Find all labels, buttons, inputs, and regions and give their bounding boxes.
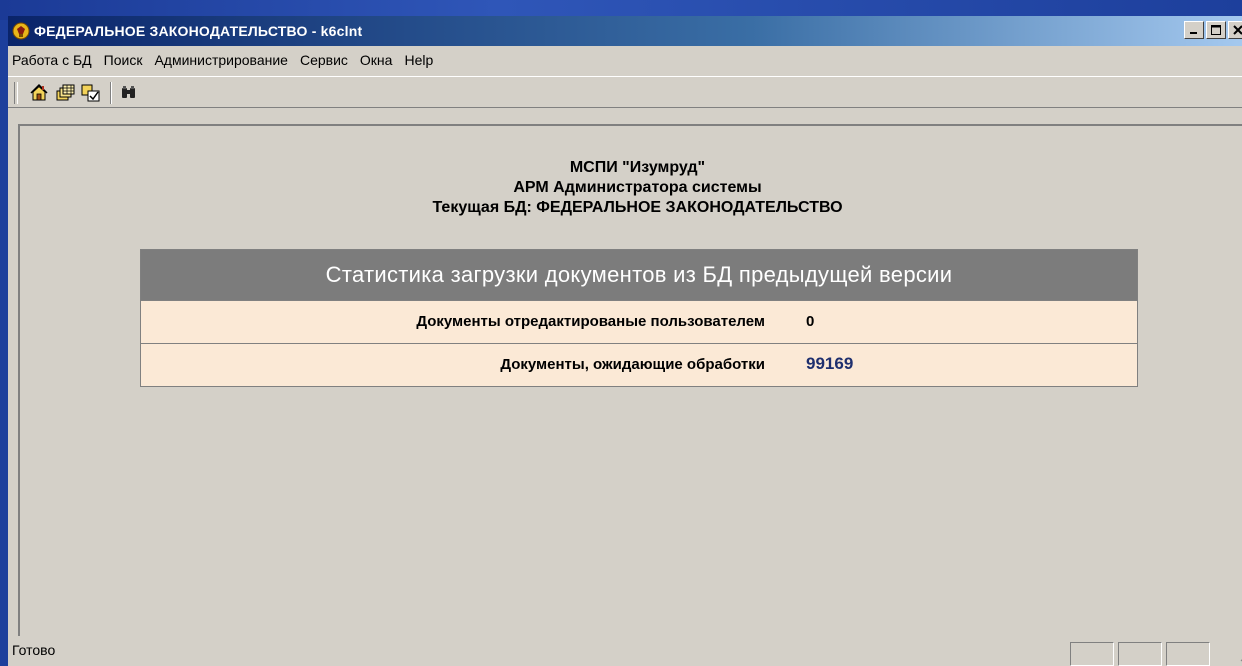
toolbar-grip[interactable] xyxy=(14,82,18,104)
menu-help[interactable]: Help xyxy=(398,52,439,68)
product-title: МСПИ "Изумруд" xyxy=(569,159,706,176)
main-panel: МСПИ "Изумруд" АРМ Администратора систем… xyxy=(18,124,1242,636)
stats-table: Статистика загрузки документов из БД пре… xyxy=(140,249,1138,387)
home-button[interactable] xyxy=(28,82,50,104)
binoculars-icon xyxy=(122,86,135,98)
maximize-button[interactable] xyxy=(1206,21,1226,39)
menu-bar: Работа с БД Поиск Администрирование Серв… xyxy=(8,48,1242,72)
app-emblem-icon xyxy=(12,22,30,40)
status-panel xyxy=(1166,642,1210,666)
maximize-icon xyxy=(1211,25,1221,35)
window-controls xyxy=(1184,21,1242,39)
pending-count: 99169 xyxy=(806,354,854,373)
app-window: ФЕДЕРАЛЬНОЕ ЗАКОНОДАТЕЛЬСТВО - k6clnt Ра… xyxy=(8,16,1242,666)
toolbar xyxy=(8,76,1242,108)
current-database: Текущая БД: ФЕДЕРАЛЬНОЕ ЗАКОНОДАТЕЛЬСТВО xyxy=(432,199,843,216)
menu-database[interactable]: Работа с БД xyxy=(8,52,98,68)
menu-administration[interactable]: Администрирование xyxy=(148,52,294,68)
resize-grip-icon[interactable] xyxy=(1236,644,1242,662)
status-text: Готово xyxy=(12,642,56,658)
tables-button[interactable] xyxy=(54,82,76,104)
row-label: Документы отредактированые пользователем xyxy=(416,313,765,330)
window-title: ФЕДЕРАЛЬНОЕ ЗАКОНОДАТЕЛЬСТВО - k6clnt xyxy=(34,23,363,39)
row-label: Документы, ожидающие обработки xyxy=(500,356,765,373)
home-icon xyxy=(30,83,48,101)
toolbar-separator xyxy=(110,82,112,104)
table-row: Документы отредактированые пользователем… xyxy=(141,300,1137,343)
stats-title: Статистика загрузки документов из БД пре… xyxy=(141,250,1137,300)
tables-icon xyxy=(56,84,75,101)
workstation-title: АРМ Администратора системы xyxy=(513,179,762,196)
status-bar: Готово xyxy=(8,630,1242,666)
menu-windows[interactable]: Окна xyxy=(354,52,399,68)
checklist-button[interactable] xyxy=(80,82,102,104)
close-button[interactable] xyxy=(1228,21,1242,39)
close-icon xyxy=(1233,25,1242,35)
minimize-button[interactable] xyxy=(1184,21,1204,39)
title-bar[interactable]: ФЕДЕРАЛЬНОЕ ЗАКОНОДАТЕЛЬСТВО - k6clnt xyxy=(8,16,1242,46)
row-value: 0 xyxy=(806,313,815,330)
status-panel xyxy=(1070,642,1114,666)
menu-search[interactable]: Поиск xyxy=(98,52,149,68)
status-panel xyxy=(1118,642,1162,666)
find-button[interactable] xyxy=(118,82,140,104)
table-row: Документы, ожидающие обработки 99169 xyxy=(141,343,1137,386)
minimize-icon xyxy=(1190,32,1197,34)
menu-service[interactable]: Сервис xyxy=(294,52,354,68)
header-block: МСПИ "Изумруд" АРМ Администратора систем… xyxy=(20,158,1242,218)
checklist-icon xyxy=(81,84,100,102)
